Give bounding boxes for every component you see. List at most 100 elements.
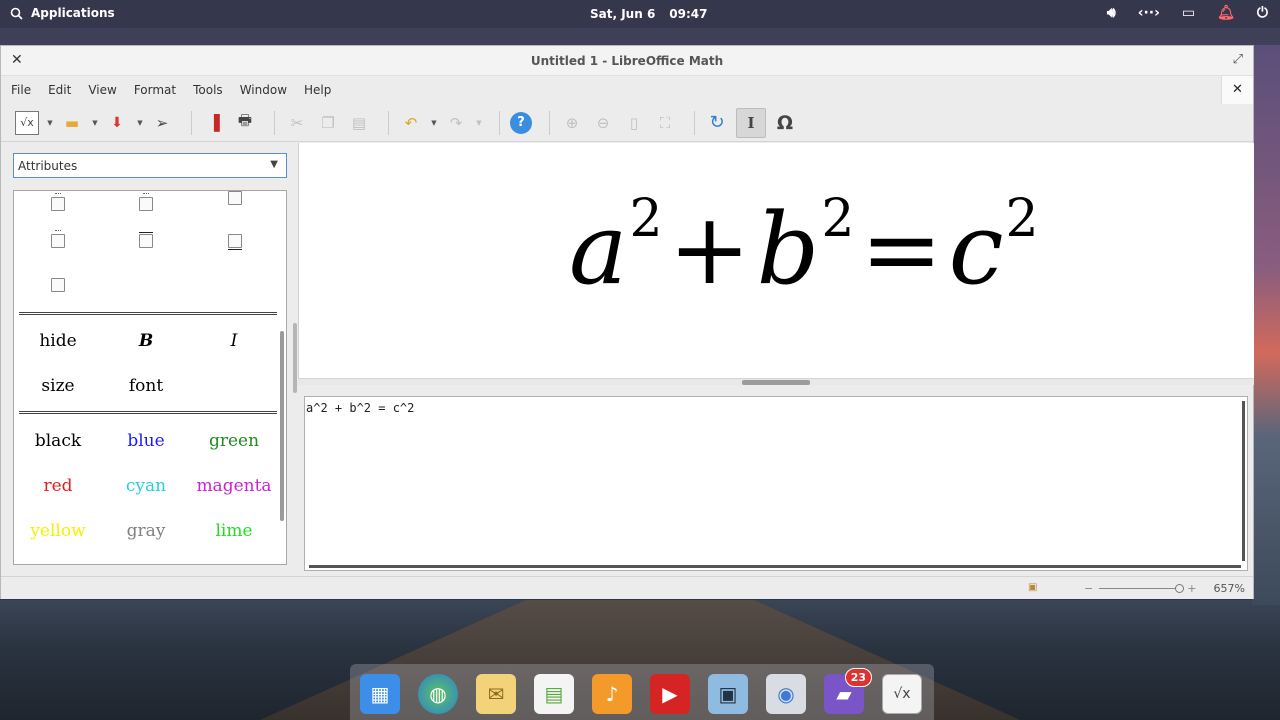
mail-icon[interactable]: ✉	[476, 674, 516, 714]
symbols-icon[interactable]: Ω	[773, 111, 797, 135]
color-magenta[interactable]: magenta	[190, 476, 278, 496]
formula-cursor-icon[interactable]: I	[736, 107, 766, 138]
copy-icon[interactable]: ❐	[316, 111, 340, 135]
libreoffice-math-dock-icon[interactable]: √x	[882, 674, 922, 714]
undo-icon[interactable]: ↶	[399, 111, 423, 135]
close-document-button[interactable]: ✕	[1221, 76, 1253, 104]
zoom-in-icon[interactable]: ⊕	[560, 111, 584, 135]
section-divider	[19, 411, 277, 414]
notifications-icon[interactable]: 🔔︎	[1217, 5, 1235, 21]
overstrike-attribute-icon[interactable]	[51, 278, 65, 292]
clock-date: Sat, Jun 6	[590, 7, 656, 21]
redo-icon[interactable]: ↷	[444, 111, 468, 135]
formula-plus: +	[668, 193, 751, 307]
appcenter-icon[interactable]: ▰ 23	[824, 668, 872, 714]
bold-attribute[interactable]: B	[102, 331, 190, 351]
zoom-in-button[interactable]: +	[1187, 582, 1196, 595]
paste-icon[interactable]: ▤	[347, 111, 371, 135]
window-maximize-button[interactable]: ⤢	[1233, 52, 1243, 67]
calendar-icon[interactable]: ▤	[534, 674, 574, 714]
menu-window[interactable]: Window	[240, 83, 287, 97]
open-dropdown-icon[interactable]: ▼	[91, 111, 99, 135]
new-formula-icon[interactable]: √x	[15, 110, 39, 135]
redo-dropdown-icon[interactable]: ▼	[475, 111, 483, 135]
power-icon[interactable]: ⏻	[1257, 5, 1268, 21]
color-black[interactable]: black	[14, 431, 102, 451]
dddot-attribute-icon[interactable]	[228, 191, 242, 205]
clock[interactable]: Sat, Jun 6 09:47	[590, 7, 708, 21]
zoom-level[interactable]: 657%	[1214, 582, 1245, 595]
elements-category-dropdown[interactable]: Attributes ▼	[13, 153, 287, 178]
color-red[interactable]: red	[14, 476, 102, 496]
rendered-formula: a 2 + b 2 = c 2	[569, 189, 1039, 307]
libreoffice-math-window: ✕ Untitled 1 - LibreOffice Math ⤢ File E…	[0, 45, 1254, 599]
send-email-icon[interactable]: ➢	[150, 111, 174, 135]
videos-icon[interactable]: ▶	[650, 674, 690, 714]
underline-attribute-icon[interactable]	[228, 234, 242, 250]
zoom-out-button[interactable]: −	[1084, 582, 1093, 595]
zoom-100-icon[interactable]: ▯	[622, 111, 646, 135]
open-folder-icon[interactable]: ▬	[60, 111, 84, 135]
menu-format[interactable]: Format	[134, 83, 176, 97]
settings-icon[interactable]: ◉	[766, 674, 806, 714]
desktop-sunset-wallpaper	[1252, 45, 1280, 605]
formula-equals: =	[860, 193, 943, 307]
size-attribute[interactable]: size	[14, 376, 102, 396]
menu-tools[interactable]: Tools	[193, 83, 223, 97]
multitasking-view-icon[interactable]: ▦	[360, 674, 400, 714]
editor-splitter[interactable]	[298, 378, 1254, 385]
menu-edit[interactable]: Edit	[48, 83, 71, 97]
web-browser-icon[interactable]: ◍	[418, 674, 458, 714]
editor-horizontal-scrollbar[interactable]	[309, 565, 1241, 568]
font-attribute[interactable]: font	[102, 376, 190, 396]
zoom-out-icon[interactable]: ⊖	[591, 111, 615, 135]
new-dropdown-icon[interactable]: ▼	[46, 111, 54, 135]
export-pdf-icon[interactable]: ▐	[202, 111, 226, 135]
document-modified-icon[interactable]: ▣	[1028, 582, 1037, 593]
pane-splitter[interactable]	[293, 323, 297, 393]
help-icon[interactable]: ?	[510, 111, 532, 134]
menubar: File Edit View Format Tools Window Help …	[1, 76, 1253, 104]
music-icon[interactable]: ♪	[592, 674, 632, 714]
color-yellow[interactable]: yellow	[14, 521, 102, 541]
print-icon[interactable]: 🖶︎	[233, 111, 257, 135]
toolbar-separator	[694, 110, 695, 135]
battery-icon[interactable]: ▭	[1182, 5, 1195, 21]
menu-file[interactable]: File	[11, 83, 31, 97]
overline-attribute-icon[interactable]	[139, 232, 153, 248]
zoom-slider[interactable]: − +	[1084, 582, 1196, 595]
color-cyan[interactable]: cyan	[102, 476, 190, 496]
cut-icon[interactable]: ✂	[285, 111, 309, 135]
network-icon[interactable]: ‹··›	[1138, 5, 1160, 21]
applications-menu[interactable]: Applications	[10, 6, 115, 20]
elements-pane: Attributes ▼ hide B I size font black blu…	[1, 143, 297, 576]
zoom-slider-track[interactable]	[1099, 584, 1185, 593]
formula-command-editor[interactable]: a^2 + b^2 = c^2	[304, 396, 1248, 571]
undo-dropdown-icon[interactable]: ▼	[430, 111, 438, 135]
elements-scrollbar[interactable]	[280, 331, 284, 521]
save-dropdown-icon[interactable]: ▼	[136, 111, 144, 135]
color-blue[interactable]: blue	[102, 431, 190, 451]
show-all-icon[interactable]: ⛶	[653, 111, 677, 135]
splitter-grip[interactable]	[742, 380, 810, 385]
volume-icon[interactable]: 🔊︎	[1107, 5, 1116, 21]
formula-command-text[interactable]: a^2 + b^2 = c^2	[305, 397, 414, 415]
formula-preview[interactable]: a 2 + b 2 = c 2	[298, 143, 1254, 378]
save-icon[interactable]: ⬇	[105, 111, 129, 135]
menu-help[interactable]: Help	[304, 83, 331, 97]
menu-view[interactable]: View	[88, 83, 116, 97]
color-gray[interactable]: gray	[102, 521, 190, 541]
color-green[interactable]: green	[190, 431, 278, 451]
zoom-slider-thumb[interactable]	[1175, 584, 1185, 593]
formula-var-a: a	[569, 193, 628, 307]
ddot-attribute-icon[interactable]	[139, 193, 153, 211]
circle-attribute-icon[interactable]	[51, 230, 65, 248]
dot-attribute-icon[interactable]	[51, 193, 65, 211]
update-icon[interactable]: ↻	[705, 111, 729, 135]
editor-vertical-scrollbar[interactable]	[1242, 401, 1245, 561]
color-lime[interactable]: lime	[190, 521, 278, 541]
italic-attribute[interactable]: I	[190, 331, 278, 351]
toolbar-separator	[388, 110, 389, 135]
photos-icon[interactable]: ▣	[708, 674, 748, 714]
hide-attribute[interactable]: hide	[14, 331, 102, 351]
